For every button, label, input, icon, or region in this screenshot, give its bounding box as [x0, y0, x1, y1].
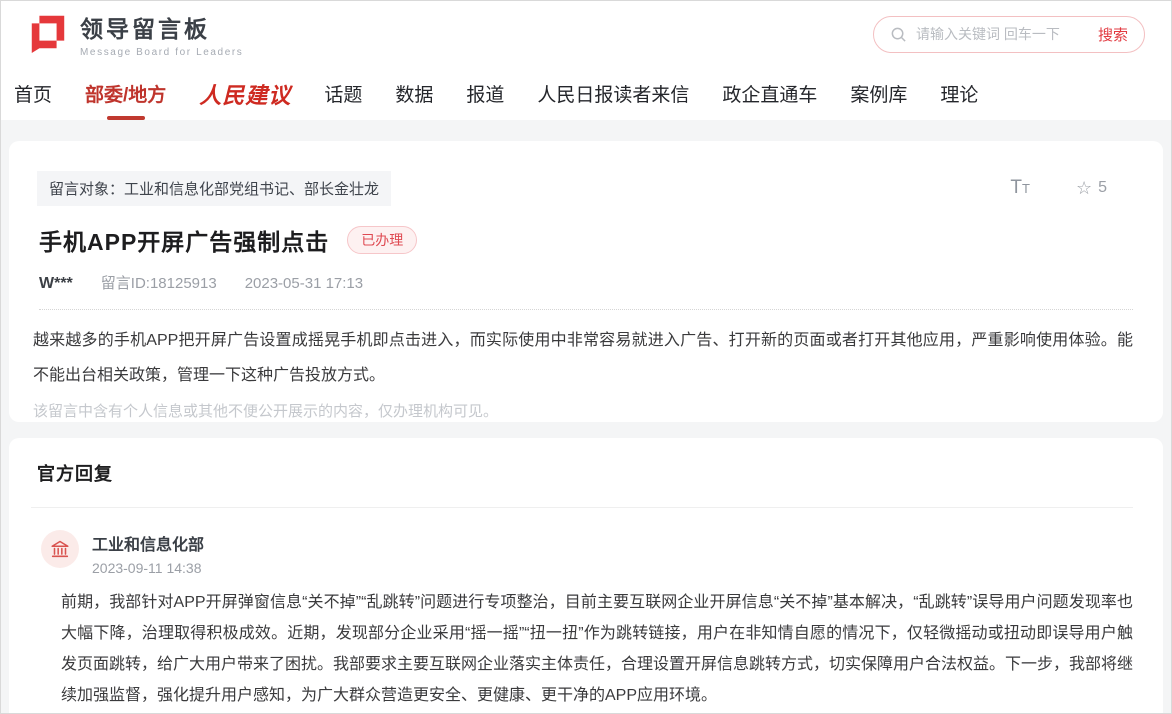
message-tools: TT ☆ 5	[1010, 177, 1107, 199]
reply-agency-name: 工业和信息化部	[92, 531, 204, 555]
favorite-control[interactable]: ☆ 5	[1076, 178, 1107, 199]
nav-item-reader-letters[interactable]: 人民日报读者来信	[537, 80, 689, 107]
logo-icon	[27, 11, 69, 58]
nav-item-gov-enterprise[interactable]: 政企直通车	[722, 80, 817, 107]
message-card: 留言对象：工业和信息化部党组书记、部长金壮龙 TT ☆ 5 手机APP开屏广告强…	[9, 141, 1163, 422]
page: 领导留言板 Message Board for Leaders 搜索 首页 部委…	[0, 0, 1172, 714]
official-reply-card: 官方回复 工业和信息化部 2023-09-11 14:38	[9, 438, 1163, 714]
message-title: 手机APP开屏广告强制点击	[39, 223, 329, 257]
avatar	[41, 530, 79, 568]
message-body: 越来越多的手机APP把开屏广告设置成摇晃手机即点击进入，而实际使用中非常容易就进…	[33, 323, 1133, 393]
font-size-small: T	[1022, 181, 1030, 196]
logo-subtitle: Message Board for Leaders	[80, 47, 243, 58]
font-size-control[interactable]: TT	[1010, 177, 1030, 199]
nav-item-reports[interactable]: 报道	[466, 80, 504, 107]
status-badge: 已办理	[347, 226, 417, 254]
nav-item-people-suggestions[interactable]: 人民建议	[199, 78, 291, 110]
government-building-icon	[49, 538, 71, 560]
font-size-large: T	[1010, 177, 1022, 198]
message-id: 留言ID:18125913	[101, 272, 217, 293]
reply-datetime: 2023-09-11 14:38	[92, 560, 204, 576]
site-logo[interactable]: 领导留言板 Message Board for Leaders	[27, 10, 243, 58]
message-datetime: 2023-05-31 17:13	[245, 275, 363, 292]
star-count: 5	[1098, 179, 1107, 197]
main-nav: 首页 部委/地方 人民建议 话题 数据 报道 人民日报读者来信 政企直通车 案例…	[1, 67, 1171, 120]
logo-title: 领导留言板	[80, 10, 243, 44]
privacy-note: 该留言中含有个人信息或其他不便公开展示的内容，仅办理机构可见。	[33, 400, 1133, 421]
message-target-tag: 留言对象：工业和信息化部党组书记、部长金壮龙	[37, 171, 391, 206]
star-icon: ☆	[1076, 178, 1092, 199]
dotted-divider	[39, 309, 1133, 310]
message-author: W***	[39, 275, 73, 293]
nav-item-topics[interactable]: 话题	[324, 80, 362, 107]
search-input[interactable]	[916, 26, 1089, 42]
nav-item-data[interactable]: 数据	[395, 80, 433, 107]
nav-item-home[interactable]: 首页	[14, 80, 52, 107]
logo-text: 领导留言板 Message Board for Leaders	[80, 10, 243, 58]
message-meta: W*** 留言ID:18125913 2023-05-31 17:13	[39, 272, 1133, 293]
search-box: 搜索	[873, 16, 1145, 53]
content: 留言对象：工业和信息化部党组书记、部长金壮龙 TT ☆ 5 手机APP开屏广告强…	[1, 120, 1171, 714]
reply-header: 工业和信息化部 2023-09-11 14:38	[41, 530, 1133, 576]
search-icon	[890, 26, 907, 43]
nav-item-ministries-local[interactable]: 部委/地方	[85, 80, 166, 107]
reply-body: 前期，我部针对APP开屏弹窗信息“关不掉”“乱跳转”问题进行专项整治，目前主要互…	[61, 587, 1133, 711]
nav-item-case-library[interactable]: 案例库	[850, 80, 907, 107]
search-button[interactable]: 搜索	[1098, 24, 1128, 45]
nav-item-theory[interactable]: 理论	[940, 80, 978, 107]
reply-divider	[31, 507, 1133, 508]
reply-section-title: 官方回复	[37, 460, 1133, 486]
header: 领导留言板 Message Board for Leaders 搜索	[1, 1, 1171, 67]
